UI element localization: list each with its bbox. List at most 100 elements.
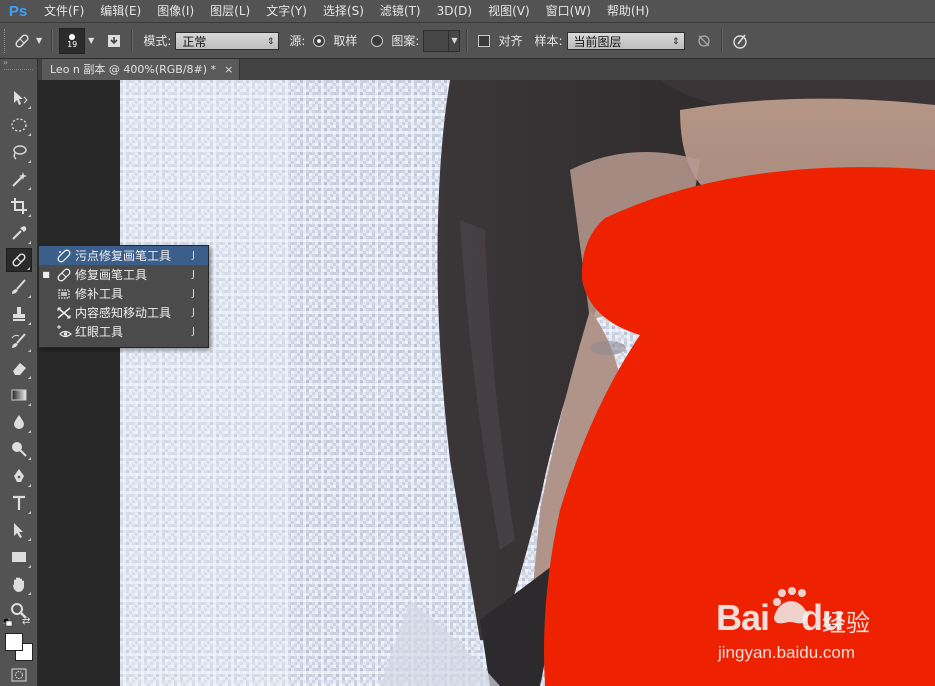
lasso-tool-icon[interactable] bbox=[6, 140, 32, 164]
healing-brush-icon[interactable] bbox=[11, 30, 33, 52]
sample-label: 样本: bbox=[534, 34, 563, 48]
baidu-jingyan-watermark: Bai du 经验 jingyan.baidu.com bbox=[716, 585, 886, 665]
clone-stamp-tool-icon[interactable] bbox=[6, 302, 32, 326]
marquee-tool-icon[interactable] bbox=[6, 113, 32, 137]
menu-item-window[interactable]: 窗口(W) bbox=[538, 0, 599, 22]
pen-tool-icon[interactable] bbox=[6, 464, 32, 488]
pressure-size-icon[interactable] bbox=[729, 30, 751, 52]
flyout-item-healing-brush[interactable]: ■ 修复画笔工具 J bbox=[39, 265, 208, 284]
sampled-label: 取样 bbox=[333, 34, 358, 48]
app-logo: Ps bbox=[8, 2, 28, 20]
flyout-label: 内容感知移动工具 bbox=[75, 306, 172, 320]
menu-item-select[interactable]: 选择(S) bbox=[315, 0, 372, 22]
move-tool-icon[interactable] bbox=[6, 86, 32, 110]
watermark-url: jingyan.baidu.com bbox=[718, 643, 856, 662]
healing-tools-flyout: 污点修复画笔工具 J ■ 修复画笔工具 J 修补工具 J 内容感知移动工具 J … bbox=[38, 245, 209, 348]
updown-arrow-icon: ⇕ bbox=[266, 36, 275, 47]
options-bar: ▼ 19 ▼ 模式: 正常 ⇕ 源: 取样 图案: ▼ 对齐 样本: 当前图层 ⇕ bbox=[0, 23, 935, 59]
quick-mask-icon[interactable] bbox=[6, 665, 32, 685]
path-selection-tool-icon[interactable] bbox=[6, 518, 32, 542]
eyedropper-tool-icon[interactable] bbox=[6, 221, 32, 245]
rectangle-tool-icon[interactable] bbox=[6, 545, 32, 569]
history-brush-tool-icon[interactable] bbox=[6, 329, 32, 353]
flyout-label: 污点修复画笔工具 bbox=[75, 249, 172, 263]
dodge-tool-icon[interactable] bbox=[6, 437, 32, 461]
document-title: Leo n 副本 @ 400%(RGB/8#) * bbox=[50, 62, 217, 76]
menu-item-view[interactable]: 视图(V) bbox=[480, 0, 538, 22]
spot-healing-brush-icon bbox=[53, 248, 75, 264]
flyout-label: 修补工具 bbox=[75, 287, 124, 301]
divider bbox=[51, 29, 54, 52]
flyout-shortcut: J bbox=[192, 307, 195, 318]
menu-item-layer[interactable]: 图层(L) bbox=[202, 0, 258, 22]
tool-preset-caret-icon[interactable]: ▼ bbox=[36, 36, 42, 45]
pattern-label: 图案: bbox=[391, 34, 420, 48]
flyout-shortcut: J bbox=[192, 250, 195, 261]
menu-item-edit[interactable]: 编辑(E) bbox=[92, 0, 149, 22]
hand-tool-icon[interactable] bbox=[6, 572, 32, 596]
collapse-panel-icon[interactable]: » bbox=[0, 59, 37, 69]
menu-item-3d[interactable]: 3D(D) bbox=[429, 0, 480, 22]
flyout-item-patch[interactable]: 修补工具 J bbox=[39, 284, 208, 303]
divider bbox=[131, 29, 134, 52]
flyout-label: 红眼工具 bbox=[75, 325, 124, 339]
menu-item-help[interactable]: 帮助(H) bbox=[599, 0, 657, 22]
color-swatches bbox=[5, 633, 33, 663]
type-tool-icon[interactable] bbox=[6, 491, 32, 515]
brush-tool-icon[interactable] bbox=[6, 275, 32, 299]
watermark-brand-left: Bai bbox=[716, 597, 770, 638]
source-sampled-radio[interactable] bbox=[313, 34, 326, 47]
flyout-shortcut: J bbox=[192, 288, 195, 299]
crop-tool-icon[interactable] bbox=[6, 194, 32, 218]
divider bbox=[720, 29, 723, 52]
menu-bar: Ps 文件(F) 编辑(E) 图像(I) 图层(L) 文字(Y) 选择(S) 滤… bbox=[0, 0, 935, 23]
foreground-color-swatch[interactable] bbox=[5, 633, 23, 651]
menu-item-type[interactable]: 文字(Y) bbox=[258, 0, 315, 22]
sample-select[interactable]: 当前图层 ⇕ bbox=[566, 31, 685, 50]
document-tab[interactable]: Leo n 副本 @ 400%(RGB/8#) * × bbox=[42, 59, 241, 80]
watermark-cn: 经验 bbox=[822, 609, 870, 637]
patch-icon bbox=[53, 286, 75, 302]
pattern-picker[interactable] bbox=[423, 29, 450, 52]
menu-item-image[interactable]: 图像(I) bbox=[149, 0, 202, 22]
mode-select[interactable]: 正常 ⇕ bbox=[175, 31, 280, 50]
magic-wand-tool-icon[interactable] bbox=[6, 167, 32, 191]
mode-label: 模式: bbox=[143, 34, 172, 48]
brush-preset-picker[interactable]: 19 bbox=[59, 27, 86, 54]
flyout-shortcut: J bbox=[192, 326, 195, 337]
red-eye-icon bbox=[53, 324, 75, 340]
healing-brush-tool-icon[interactable] bbox=[6, 248, 32, 272]
brush-panel-icon[interactable] bbox=[103, 30, 125, 52]
source-pattern-radio[interactable] bbox=[371, 34, 384, 47]
flyout-item-spot-healing-brush[interactable]: 污点修复画笔工具 J bbox=[39, 246, 208, 265]
gradient-tool-icon[interactable] bbox=[6, 383, 32, 407]
source-label: 源: bbox=[289, 34, 306, 48]
flyout-item-red-eye[interactable]: 红眼工具 J bbox=[39, 322, 208, 341]
flyout-shortcut: J bbox=[192, 269, 195, 280]
pasteboard bbox=[38, 80, 120, 686]
panel-grip[interactable] bbox=[4, 69, 33, 76]
tools-panel: » ⇄ bbox=[0, 59, 38, 686]
selected-bullet-icon: ■ bbox=[42, 270, 50, 279]
options-grip[interactable] bbox=[4, 28, 11, 53]
flyout-item-content-aware-move[interactable]: 内容感知移动工具 J bbox=[39, 303, 208, 322]
content-aware-move-icon bbox=[53, 305, 75, 321]
aligned-checkbox[interactable] bbox=[478, 34, 491, 47]
menu-item-file[interactable]: 文件(F) bbox=[36, 0, 92, 22]
pattern-caret-icon[interactable]: ▼ bbox=[449, 29, 461, 52]
brush-caret-icon[interactable]: ▼ bbox=[88, 36, 94, 45]
menu-item-filter[interactable]: 滤镜(T) bbox=[372, 0, 429, 22]
blur-tool-icon[interactable] bbox=[6, 410, 32, 434]
updown-arrow-icon: ⇕ bbox=[671, 36, 680, 47]
default-colors-icon[interactable] bbox=[2, 617, 15, 627]
flyout-label: 修复画笔工具 bbox=[75, 268, 148, 282]
mode-value: 正常 bbox=[182, 34, 207, 49]
ignore-adjustment-layers-icon[interactable] bbox=[693, 30, 715, 52]
aligned-label: 对齐 bbox=[498, 34, 523, 48]
divider bbox=[466, 29, 469, 52]
healing-brush-icon bbox=[53, 267, 75, 283]
eraser-tool-icon[interactable] bbox=[6, 356, 32, 380]
close-icon[interactable]: × bbox=[224, 60, 233, 80]
swap-colors-icon[interactable]: ⇄ bbox=[22, 616, 34, 628]
sample-value: 当前图层 bbox=[573, 34, 622, 49]
